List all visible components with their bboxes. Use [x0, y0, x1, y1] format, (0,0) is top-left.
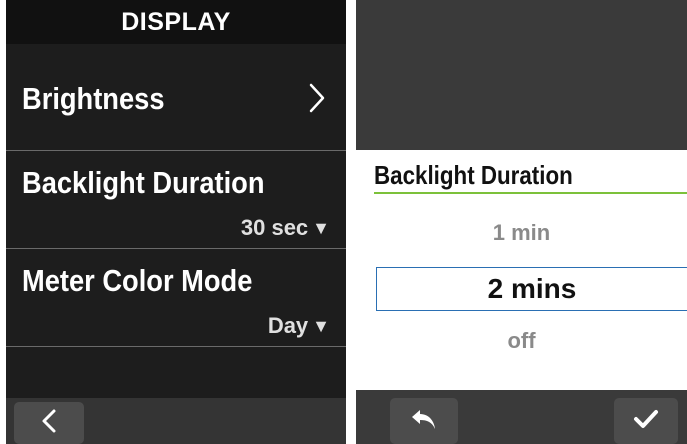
menu-item-brightness[interactable]: Brightness: [6, 44, 346, 151]
chevron-right-icon: [308, 82, 326, 119]
menu-item-backlight-duration[interactable]: Backlight Duration 30 sec ▼: [6, 151, 346, 249]
title-underline: [374, 192, 687, 194]
backlight-duration-picker-screen: Backlight Duration 1 min 2 mins off: [356, 0, 687, 444]
menu-item-label: Backlight Duration: [22, 165, 265, 200]
confirm-button[interactable]: [614, 398, 678, 444]
dimmed-background: [356, 0, 687, 150]
undo-button[interactable]: [390, 398, 458, 444]
checkmark-icon: [633, 408, 659, 435]
setting-value: Day: [267, 313, 309, 338]
undo-arrow-icon: [409, 406, 439, 437]
chevron-left-icon: [41, 408, 57, 439]
backlight-duration-value[interactable]: 30 sec ▼: [241, 215, 330, 241]
back-button[interactable]: [14, 402, 84, 444]
meter-color-mode-value[interactable]: Day ▼: [268, 313, 330, 339]
setting-value: 30 sec: [240, 215, 309, 240]
option-2-mins-selected[interactable]: 2 mins: [376, 267, 687, 311]
menu-item-label: Meter Color Mode: [22, 263, 253, 298]
display-settings-screen: DISPLAY Brightness Backlight Duration 30…: [6, 0, 346, 444]
menu-item-label: Brightness: [22, 81, 165, 116]
option-1-min[interactable]: 1 min: [356, 220, 687, 246]
bottom-toolbar: [6, 398, 346, 444]
screen-header: DISPLAY: [6, 0, 346, 44]
page-title: DISPLAY: [121, 7, 231, 36]
menu-item-meter-color-mode[interactable]: Meter Color Mode Day ▼: [6, 249, 346, 347]
dropdown-arrow-icon: ▼: [312, 217, 330, 238]
dropdown-arrow-icon: ▼: [312, 315, 330, 336]
option-picker: Backlight Duration 1 min 2 mins off: [356, 150, 687, 390]
picker-title: Backlight Duration: [374, 160, 573, 190]
bottom-toolbar: [356, 390, 687, 444]
option-off[interactable]: off: [356, 328, 687, 354]
